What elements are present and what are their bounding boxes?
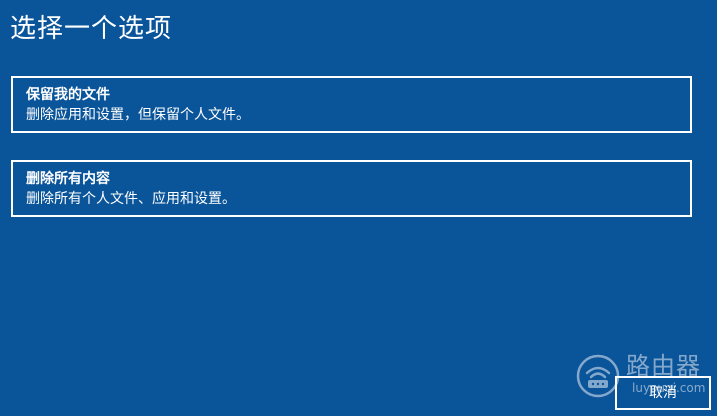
option-description: 删除所有个人文件、应用和设置。 xyxy=(26,191,236,207)
cancel-button[interactable]: 取消 xyxy=(615,376,711,410)
router-logo-icon xyxy=(576,354,620,398)
option-remove-everything[interactable]: 删除所有内容 删除所有个人文件、应用和设置。 xyxy=(11,160,692,217)
option-title: 删除所有内容 xyxy=(26,171,110,187)
page-title: 选择一个选项 xyxy=(10,14,173,44)
option-keep-my-files[interactable]: 保留我的文件 删除应用和设置，但保留个人文件。 xyxy=(11,76,692,133)
option-title: 保留我的文件 xyxy=(26,87,110,103)
option-description: 删除应用和设置，但保留个人文件。 xyxy=(26,107,250,123)
